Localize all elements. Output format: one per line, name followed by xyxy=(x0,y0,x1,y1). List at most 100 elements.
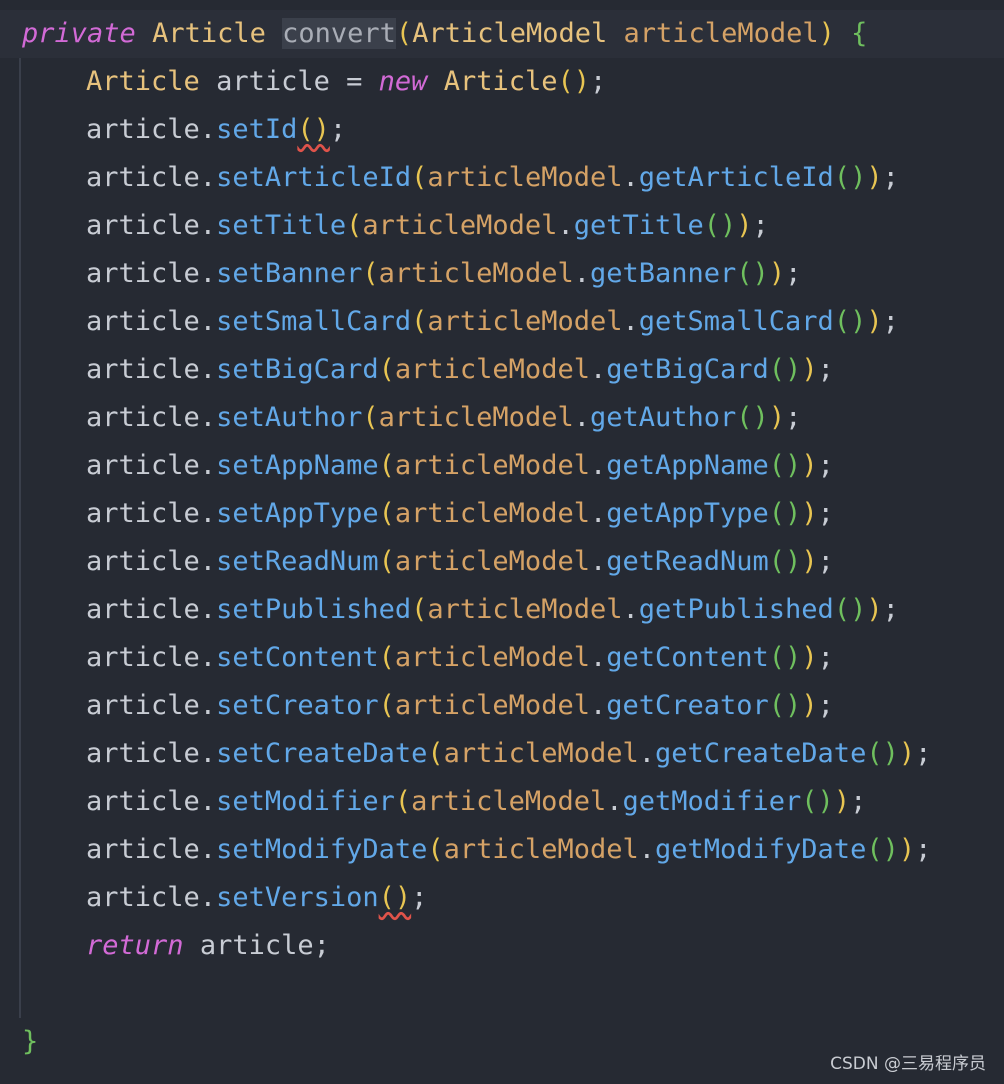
setter-method: setModifier xyxy=(216,786,395,817)
getter-method: getCreator xyxy=(606,690,769,721)
setter-line[interactable]: article.setModifyDate(articleModel.getMo… xyxy=(86,826,931,874)
getter-parens: () xyxy=(768,642,802,673)
code-editor[interactable]: private Article convert(ArticleModel art… xyxy=(0,0,1004,1084)
getter-method: getAuthor xyxy=(589,402,737,433)
getter-parens: () xyxy=(703,210,737,241)
dot: . xyxy=(622,306,639,337)
close-paren: ) xyxy=(866,594,883,625)
close-paren: ) xyxy=(801,450,818,481)
semicolon: ; xyxy=(817,690,834,721)
open-paren: ( xyxy=(378,642,395,673)
setter-line[interactable]: article.setCreator(articleModel.getCreat… xyxy=(86,682,834,730)
setter-line[interactable]: article.setArticleId(articleModel.getArt… xyxy=(86,154,899,202)
target-var: article xyxy=(86,642,200,673)
semicolon: ; xyxy=(882,162,899,193)
close-brace: } xyxy=(22,1026,39,1057)
dot: . xyxy=(638,738,655,769)
setter-method: setReadNum xyxy=(216,546,379,577)
setter-line[interactable]: article.setBanner(articleModel.getBanner… xyxy=(86,250,801,298)
getter-parens: () xyxy=(866,738,899,769)
assign-op: = xyxy=(346,66,363,97)
setter-line[interactable]: article.setBigCard(articleModel.getBigCa… xyxy=(86,346,834,394)
setter-line[interactable]: article.setAppName(articleModel.getAppNa… xyxy=(86,442,834,490)
set-id-line[interactable]: article.setId(); xyxy=(86,106,346,154)
source-var: articleModel xyxy=(378,402,574,433)
param-type: ArticleModel xyxy=(412,18,608,49)
method-name[interactable]: convert xyxy=(282,18,396,49)
target-var: article xyxy=(86,834,200,865)
getter-parens: () xyxy=(833,162,867,193)
target-var: article xyxy=(86,210,200,241)
source-var: articleModel xyxy=(394,354,590,385)
open-paren: ( xyxy=(378,354,395,385)
dot: . xyxy=(573,258,590,289)
close-paren: ) xyxy=(898,738,916,769)
close-paren: ) xyxy=(768,258,786,289)
getter-parens: () xyxy=(736,258,769,289)
getter-parens: () xyxy=(866,834,899,865)
target-var: article xyxy=(86,498,200,529)
open-paren: ( xyxy=(378,450,395,481)
dot: . xyxy=(606,786,623,817)
target-var: article xyxy=(86,450,200,481)
getter-method: getSmallCard xyxy=(638,306,834,337)
open-brace: { xyxy=(851,18,868,49)
setter-line[interactable]: article.setModifier(articleModel.getModi… xyxy=(86,778,866,826)
setter-line[interactable]: article.setTitle(articleModel.getTitle()… xyxy=(86,202,769,250)
dot: . xyxy=(589,546,607,577)
declaration-line[interactable]: Article article = new Article(); xyxy=(86,58,606,106)
semicolon: ; xyxy=(915,834,932,865)
dot: . xyxy=(589,450,607,481)
semicolon: ; xyxy=(817,354,834,385)
close-paren: ) xyxy=(801,642,818,673)
source-var: articleModel xyxy=(427,162,623,193)
decl-var: article xyxy=(216,66,330,97)
setter-line[interactable]: article.setCreateDate(articleModel.getCr… xyxy=(86,730,931,778)
dot: . xyxy=(589,690,607,721)
dot: . xyxy=(557,210,574,241)
dot: . xyxy=(199,546,217,577)
method-signature-line[interactable]: private Article convert(ArticleModel art… xyxy=(22,10,867,58)
source-var: articleModel xyxy=(443,834,639,865)
getter-method: getArticleId xyxy=(638,162,834,193)
close-paren: ) xyxy=(818,18,835,49)
target-var: article xyxy=(86,354,200,385)
watermark: CSDN @三易程序员 xyxy=(830,1054,986,1074)
error-squiggle[interactable]: () xyxy=(297,114,330,145)
setter-line[interactable]: article.setReadNum(articleModel.getReadN… xyxy=(86,538,834,586)
setter-line[interactable]: article.setContent(articleModel.getConte… xyxy=(86,634,834,682)
target-var: article xyxy=(86,594,200,625)
error-squiggle[interactable]: () xyxy=(379,882,412,913)
open-paren: ( xyxy=(427,738,444,769)
method-call: setVersion xyxy=(216,882,379,913)
semicolon: ; xyxy=(882,594,899,625)
target-var: article xyxy=(86,690,200,721)
open-paren: ( xyxy=(362,402,379,433)
return-value: article xyxy=(199,930,314,961)
getter-method: getModifyDate xyxy=(655,834,867,865)
return-line[interactable]: return article; xyxy=(86,922,330,970)
dot: . xyxy=(199,258,217,289)
getter-method: getAppType xyxy=(606,498,769,529)
close-paren: ) xyxy=(866,306,883,337)
dot: . xyxy=(199,210,217,241)
dot: . xyxy=(199,690,217,721)
setter-line[interactable]: article.setPublished(articleModel.getPub… xyxy=(86,586,899,634)
dot: . xyxy=(622,162,639,193)
getter-parens: () xyxy=(801,786,834,817)
getter-method: getContent xyxy=(606,642,769,673)
setter-line[interactable]: article.setAppType(articleModel.getAppTy… xyxy=(86,490,834,538)
setter-line[interactable]: article.setAuthor(articleModel.getAuthor… xyxy=(86,394,801,442)
getter-method: getCreateDate xyxy=(655,738,867,769)
new-keyword: new xyxy=(378,66,428,97)
set-version-line[interactable]: article.setVersion(); xyxy=(86,874,427,922)
dot: . xyxy=(573,402,590,433)
setter-line[interactable]: article.setSmallCard(articleModel.getSma… xyxy=(86,298,899,346)
source-var: articleModel xyxy=(394,450,590,481)
closing-brace-line[interactable]: } xyxy=(22,1018,38,1066)
dot: . xyxy=(199,594,217,625)
setter-method: setModifyDate xyxy=(216,834,428,865)
getter-parens: () xyxy=(768,498,802,529)
dot: . xyxy=(199,738,217,769)
target-var: article xyxy=(86,402,200,433)
